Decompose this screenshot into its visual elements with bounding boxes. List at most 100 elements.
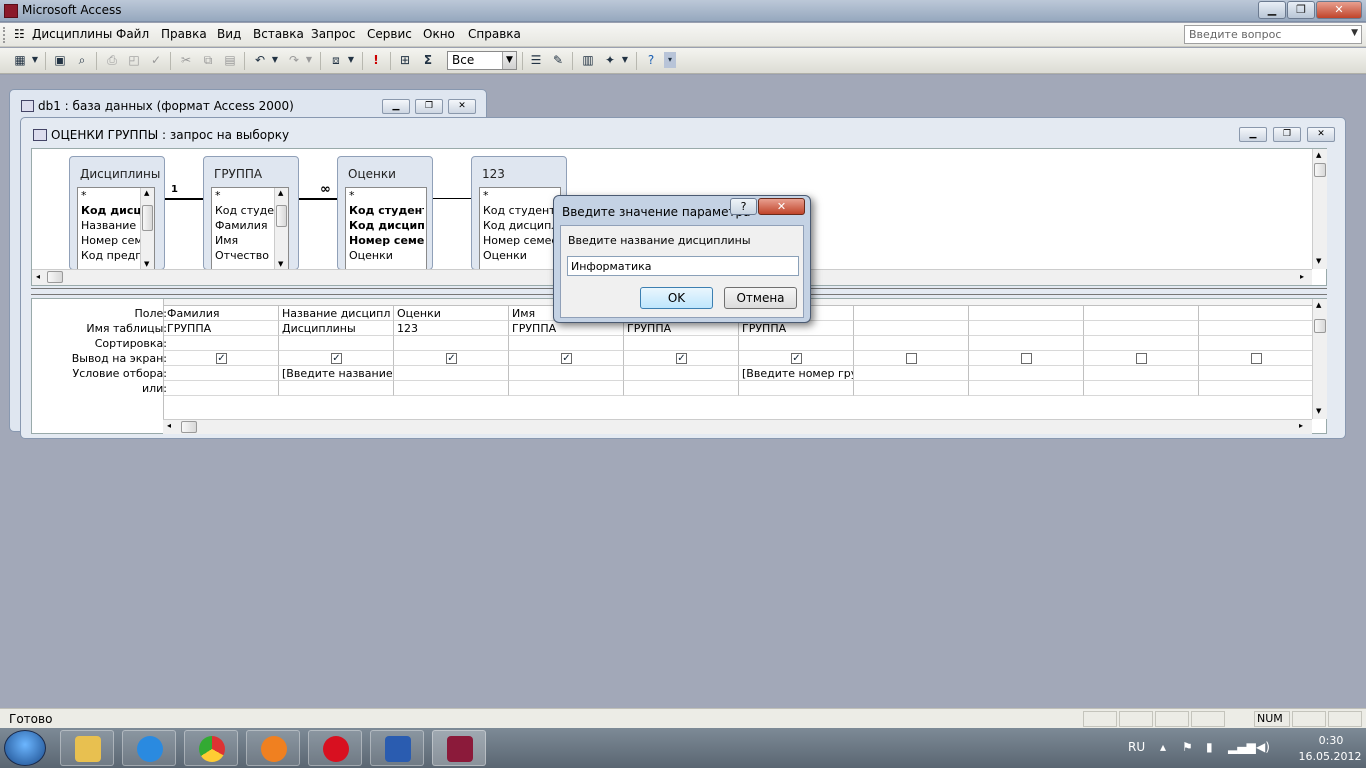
ask-question-input[interactable]: Введите вопрос ▼ (1184, 25, 1362, 44)
menu-disciplines[interactable]: Дисциплины (32, 27, 112, 41)
field-item[interactable]: Код дисциплины (480, 218, 558, 233)
show-checkbox[interactable] (906, 353, 917, 364)
database-window-icon[interactable]: ▥ (580, 52, 596, 68)
taskbar-opera[interactable] (308, 730, 362, 766)
language-indicator[interactable]: RU (1128, 740, 1145, 754)
menu-file[interactable]: Файл (116, 27, 149, 41)
table-box-disciplines[interactable]: Дисциплины * Код дисциплины Название дис… (69, 156, 165, 271)
clock-time[interactable]: 0:30 (1300, 734, 1362, 747)
scroll-thumb[interactable] (142, 205, 153, 231)
paste-icon[interactable]: ▤ (222, 52, 238, 68)
show-checkbox[interactable]: ✓ (331, 353, 342, 364)
show-checkbox[interactable]: ✓ (676, 353, 687, 364)
scroll-thumb[interactable] (181, 421, 197, 433)
grid-field-cell[interactable] (854, 306, 969, 321)
new-object-icon[interactable]: ✦ (602, 52, 618, 68)
redo-icon[interactable]: ↷ (286, 52, 302, 68)
chevron-down-icon[interactable]: ▼ (1351, 28, 1358, 38)
cancel-button[interactable]: Отмена (724, 287, 797, 309)
taskbar-media[interactable] (246, 730, 300, 766)
dialog-close-button[interactable]: ✕ (758, 198, 805, 215)
field-item[interactable]: Фамилия (212, 218, 274, 233)
show-checkbox[interactable]: ✓ (216, 353, 227, 364)
menu-edit[interactable]: Правка (161, 27, 207, 41)
show-checkbox[interactable]: ✓ (791, 353, 802, 364)
menu-insert[interactable]: Вставка (253, 27, 304, 41)
scroll-thumb[interactable] (1314, 319, 1326, 333)
grid-table-cell[interactable] (969, 321, 1084, 336)
grid-field-cell[interactable]: Название дисципл (279, 306, 394, 321)
menu-grip[interactable] (3, 27, 11, 43)
taskbar-word[interactable] (370, 730, 424, 766)
grid-sort-cell[interactable] (969, 336, 1084, 351)
grid-or-cell[interactable] (279, 381, 394, 396)
flag-icon[interactable]: ⚑ (1182, 740, 1193, 754)
grid-table-cell[interactable]: ГРУППА (509, 321, 624, 336)
cut-icon[interactable]: ✂ (178, 52, 194, 68)
close-button[interactable]: ✕ (1316, 1, 1362, 19)
field-item[interactable]: Номер семестра (480, 233, 558, 248)
grid-sort-cell[interactable] (164, 336, 279, 351)
view-dropdown-icon[interactable]: ▼ (30, 52, 40, 68)
grid-or-cell[interactable] (509, 381, 624, 396)
restore-button[interactable]: ❐ (1287, 1, 1315, 19)
grid-criteria-cell[interactable]: [Введите номер групп (739, 366, 854, 381)
redo-dropdown-icon[interactable]: ▼ (304, 52, 314, 68)
table-pane-vscrollbar[interactable]: ▲ ▼ (1312, 149, 1327, 269)
toolbar-options-icon[interactable]: ▾ (664, 52, 676, 68)
ok-button[interactable]: OK (640, 287, 713, 309)
help-icon[interactable]: ? (643, 52, 659, 68)
grid-table-cell[interactable]: Дисциплины (279, 321, 394, 336)
grid-criteria-cell[interactable] (854, 366, 969, 381)
db-restore-button[interactable]: ❐ (415, 99, 443, 114)
grid-field-cell[interactable] (1199, 306, 1314, 321)
spellcheck-icon[interactable]: ✓ (148, 52, 164, 68)
grid-criteria-cell[interactable] (164, 366, 279, 381)
grid-sort-cell[interactable] (854, 336, 969, 351)
relationship-line[interactable] (165, 198, 203, 200)
grid-sort-cell[interactable] (1084, 336, 1199, 351)
minimize-button[interactable]: ▁ (1258, 1, 1286, 19)
grid-sort-cell[interactable] (509, 336, 624, 351)
field-list[interactable]: * Код дисциплины Название дисциплины Ном… (77, 187, 155, 271)
query-type-icon[interactable]: ⧈ (328, 52, 344, 68)
db-close-button[interactable]: ✕ (448, 99, 476, 114)
parameter-input[interactable]: Информатика (567, 256, 799, 276)
relationship-line[interactable] (433, 198, 471, 199)
field-item[interactable]: Код студента (480, 203, 558, 218)
grid-table-cell[interactable] (1199, 321, 1314, 336)
save-icon[interactable]: ▣ (52, 52, 68, 68)
scroll-thumb[interactable] (47, 271, 63, 283)
query-minimize-button[interactable]: ▁ (1239, 127, 1267, 142)
network-icon[interactable]: ▂▄▆ (1228, 740, 1256, 754)
grid-criteria-cell[interactable] (624, 366, 739, 381)
grid-criteria-cell[interactable]: [Введите название ди (279, 366, 394, 381)
volume-icon[interactable]: ◀) (1256, 740, 1270, 754)
query-close-button[interactable]: ✕ (1307, 127, 1335, 142)
parameter-dialog[interactable]: Введите значение параметра ? ✕ Введите н… (553, 195, 811, 323)
grid-or-cell[interactable] (1084, 381, 1199, 396)
field-item[interactable]: Код студента (346, 203, 424, 218)
taskbar-access[interactable] (432, 730, 486, 766)
preview-icon[interactable]: ◰ (126, 52, 142, 68)
access-app-icon[interactable] (4, 4, 18, 18)
chevron-down-icon[interactable]: ▼ (502, 52, 516, 69)
field-item[interactable]: Имя (212, 233, 274, 248)
field-item[interactable]: Код дисциплины (346, 218, 424, 233)
grid-or-cell[interactable] (164, 381, 279, 396)
table-box-grades[interactable]: Оценки * Код студента Код дисциплины Ном… (337, 156, 433, 271)
menu-tools[interactable]: Сервис (367, 27, 412, 41)
field-list[interactable]: * Код студента Фамилия Имя Отчество ▲ ▼ (211, 187, 289, 271)
show-checkbox[interactable] (1136, 353, 1147, 364)
grid-or-cell[interactable] (624, 381, 739, 396)
grid-criteria-cell[interactable] (1084, 366, 1199, 381)
grid-criteria-cell[interactable] (394, 366, 509, 381)
field-list[interactable]: * Код студента Код дисциплины Номер семе… (479, 187, 561, 271)
grid-criteria-cell[interactable] (1199, 366, 1314, 381)
grid-sort-cell[interactable] (739, 336, 854, 351)
start-button[interactable] (4, 730, 46, 766)
field-item[interactable]: Номер семестра (78, 233, 140, 248)
field-list[interactable]: * Код студента Код дисциплины Номер семе… (345, 187, 427, 271)
menu-window[interactable]: Окно (423, 27, 455, 41)
field-item[interactable]: Номер семестра (346, 233, 424, 248)
